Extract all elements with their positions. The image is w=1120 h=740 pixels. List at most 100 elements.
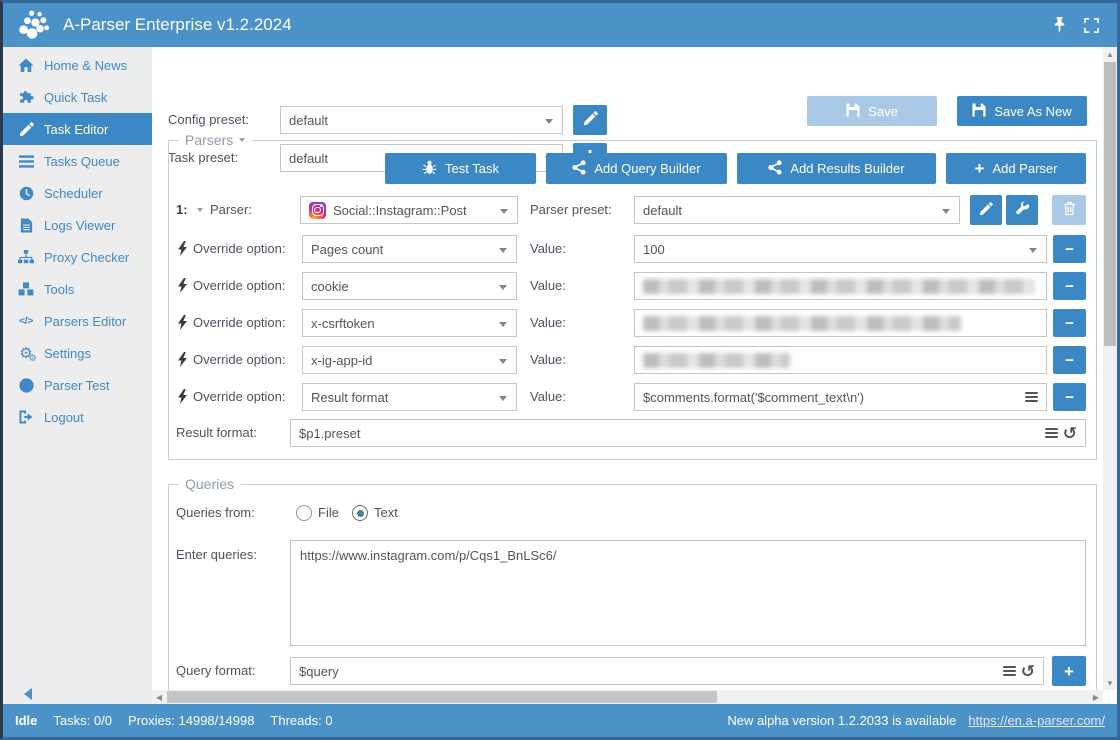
queries-textarea[interactable]: https://www.instagram.com/p/Cqs1_BnLSc6/ [291,541,1085,645]
status-bar: Idle Tasks: 0/0 Proxies: 14998/14998 Thr… [3,704,1117,737]
override-value-field[interactable] [634,383,1047,411]
test-task-button[interactable]: Test Task [385,153,536,184]
scroll-down-icon[interactable]: ▼ [1103,676,1117,690]
sidebar-item-home-news[interactable]: Home & News [3,49,152,81]
override-option-select[interactable]: x-ig-app-id [302,346,517,374]
override-option-value: x-csrftoken [311,316,375,331]
sidebar-item-label: Settings [44,346,91,361]
override-value-combo[interactable]: 100 [634,235,1047,263]
editor-lines-icon[interactable] [1045,428,1058,438]
bullseye-icon [16,378,36,393]
edit-config-preset-button[interactable] [573,105,607,135]
remove-override-button[interactable]: − [1053,309,1086,337]
minus-icon: − [1065,316,1074,331]
bolt-icon [177,389,188,409]
editor-lines-icon[interactable] [1025,392,1038,402]
chevron-down-icon [1029,248,1037,253]
result-format-field[interactable]: ↺ [290,419,1086,447]
config-preset-select[interactable]: default [280,106,563,134]
editor-lines-icon[interactable] [1003,666,1016,676]
value-label: Value: [530,383,566,411]
sidebar-collapse-icon[interactable] [24,688,32,700]
add-query-builder-button[interactable]: Add Query Builder [546,153,727,184]
main-panel: Config preset: default Task preset: defa… [152,47,1117,704]
override-option-select[interactable]: Result format [302,383,517,411]
parser-settings-button[interactable] [1006,195,1038,225]
sidebar-item-task-editor[interactable]: Task Editor [3,113,152,145]
minus-icon: − [1065,279,1074,294]
save-button[interactable]: Save [807,96,937,126]
chevron-down-icon [545,119,553,124]
add-query-format-button[interactable]: + [1052,656,1086,686]
code-icon: </> [16,315,36,327]
override-value-field[interactable] [634,272,1047,300]
sidebar-item-label: Task Editor [44,122,108,137]
delete-parser-button[interactable] [1052,195,1086,225]
save-as-new-button[interactable]: Save As New [957,96,1087,126]
override-value-input[interactable] [643,390,1019,405]
vertical-scroll-thumb[interactable] [1104,62,1116,346]
sidebar-item-logout[interactable]: Logout [3,401,152,433]
update-notice: New alpha version 1.2.2033 is available [727,713,956,728]
undo-icon[interactable]: ↺ [1063,425,1077,442]
add-results-builder-button[interactable]: Add Results Builder [737,153,936,184]
sidebar-item-parser-test[interactable]: Parser Test [3,369,152,401]
vertical-scrollbar[interactable]: ▲ ▼ [1103,47,1117,690]
remove-override-button[interactable]: − [1053,272,1086,300]
scroll-up-icon[interactable]: ▲ [1103,47,1117,61]
queries-from-label: Queries from: [176,499,255,527]
query-format-input[interactable] [299,664,997,679]
bolt-icon [177,352,188,372]
scroll-right-icon[interactable]: ▶ [1089,690,1103,704]
parser-value: Social::Instagram::Post [333,203,467,218]
clock-icon [16,186,36,201]
parser-select[interactable]: Social::Instagram::Post [300,196,518,224]
override-value-field[interactable] [634,346,1047,374]
bolt-icon [177,241,188,261]
sidebar-item-settings[interactable]: ⚙⚙ Settings [3,337,152,369]
query-format-field[interactable]: ↺ [290,657,1044,685]
floppy-icon [972,103,986,120]
override-value-field[interactable] [634,309,1047,337]
queries-from-text-radio[interactable] [352,505,368,521]
remove-override-button[interactable]: − [1053,346,1086,374]
sidebar-item-tasks-queue[interactable]: Tasks Queue [3,145,152,177]
edit-parser-preset-button[interactable] [970,195,1002,225]
cubes-icon [16,282,36,296]
parsers-fieldset [168,140,1097,460]
sidebar-item-parsers-editor[interactable]: </> Parsers Editor [3,305,152,337]
remove-override-button[interactable]: − [1053,383,1086,411]
chevron-down-icon[interactable] [197,208,203,212]
remove-override-button[interactable]: − [1053,235,1086,263]
sidebar-item-quick-task[interactable]: Quick Task [3,81,152,113]
sidebar-item-logs-viewer[interactable]: Logs Viewer [3,209,152,241]
title-bar: A-Parser Enterprise v1.2.2024 [3,3,1117,47]
scroll-left-icon[interactable]: ◀ [152,690,166,704]
override-option-label: Override option: [193,309,286,337]
queries-from-file-radio[interactable] [296,505,312,521]
parser-index: 1: [176,196,188,224]
parsers-legend[interactable]: Parsers [178,132,252,148]
add-parser-button[interactable]: + Add Parser [946,153,1086,184]
pin-icon[interactable] [1053,17,1066,33]
list-icon [16,155,36,168]
update-link[interactable]: https://en.a-parser.com/ [968,713,1105,728]
override-option-select[interactable]: cookie [302,272,517,300]
home-icon [16,58,36,73]
sidebar-item-scheduler[interactable]: Scheduler [3,177,152,209]
chevron-down-icon [499,285,507,290]
parser-preset-label: Parser preset: [530,196,612,224]
sidebar-item-proxy-checker[interactable]: Proxy Checker [3,241,152,273]
horizontal-scroll-thumb[interactable] [167,691,717,703]
config-preset-label: Config preset: [168,106,249,134]
override-option-select[interactable]: Pages count [302,235,517,263]
parser-preset-select[interactable]: default [634,196,960,224]
undo-icon[interactable]: ↺ [1021,663,1035,680]
share-icon [572,160,586,178]
sidebar-item-tools[interactable]: Tools [3,273,152,305]
horizontal-scrollbar[interactable]: ◀ ▶ [152,690,1103,704]
fullscreen-icon[interactable] [1084,18,1099,33]
result-format-input[interactable] [299,426,1039,441]
app-window: A-Parser Enterprise v1.2.2024 Home & New… [0,0,1120,740]
override-option-select[interactable]: x-csrftoken [302,309,517,337]
